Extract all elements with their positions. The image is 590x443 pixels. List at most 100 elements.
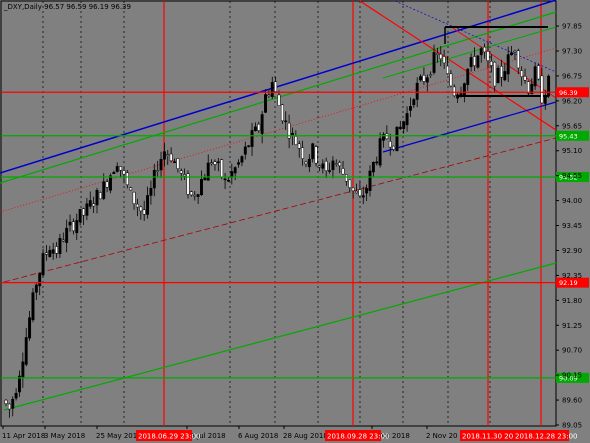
candle-body [28, 317, 32, 339]
y-tick-label: 95.65 [562, 122, 582, 130]
candle-body [102, 181, 106, 199]
candle-body [237, 162, 241, 165]
candle-body [540, 75, 544, 104]
y-tick-label: 96.20 [562, 97, 582, 105]
candle-body [51, 249, 55, 254]
candle-body [415, 82, 419, 100]
candle-body [176, 158, 180, 169]
candle-body [226, 180, 230, 182]
candle-body [146, 195, 150, 215]
candle-body [253, 126, 257, 132]
candle-body [129, 187, 133, 191]
candle-body [520, 70, 524, 77]
candle-body [321, 163, 325, 169]
h-level-label: 96.39 [559, 89, 578, 97]
candle-body [200, 179, 203, 196]
candle-body [311, 143, 315, 160]
v-line-label: 2018.12.28 23:00 [515, 433, 577, 441]
candle-body [506, 54, 510, 75]
candle-body [240, 156, 244, 163]
x-tick-label: 3 May 2018 [44, 432, 85, 440]
candle-body [533, 66, 537, 87]
candle-body [479, 48, 483, 56]
candle-body [452, 86, 456, 97]
candle-body [24, 337, 28, 365]
candle-body [88, 200, 92, 207]
candle-body [351, 187, 355, 191]
candle-body [388, 141, 392, 148]
candle-body [466, 68, 470, 85]
candle-body [402, 121, 406, 129]
y-tick-label: 97.85 [562, 23, 582, 31]
candle-body [58, 238, 62, 254]
candle-body [456, 94, 460, 99]
candle-body [328, 170, 332, 172]
h-level-label: 92.19 [559, 279, 578, 287]
y-tick-label: 92.35 [562, 272, 582, 280]
candle-body [149, 188, 153, 196]
candle-body [547, 75, 551, 97]
y-tick-label: 91.80 [562, 297, 582, 305]
candle-body [44, 252, 48, 255]
candle-body [243, 146, 247, 155]
candle-body [284, 120, 288, 123]
x-tick-label: 2 Nov 20 [426, 432, 457, 440]
candle-body [395, 126, 399, 152]
candle-body [125, 172, 129, 186]
candle-body [483, 46, 487, 53]
candle-body [510, 52, 514, 56]
candle-body [34, 284, 38, 293]
candle-body [355, 190, 358, 194]
candle-body [250, 130, 254, 147]
candle-body [122, 170, 126, 175]
candle-body [71, 221, 75, 232]
candle-body [139, 206, 143, 212]
y-tick-label: 90.15 [562, 372, 582, 380]
candle-body [152, 169, 156, 189]
candle-body [358, 189, 362, 197]
candle-body [365, 188, 369, 194]
candle-body [503, 71, 507, 81]
candle-body [405, 113, 409, 126]
candle-body [267, 94, 271, 97]
candle-body [169, 153, 173, 162]
y-tick-label: 95.10 [562, 147, 582, 155]
candle-body [469, 57, 473, 67]
candle-body [206, 162, 210, 181]
v-line-label: 2018.06.29 23:00 [138, 433, 200, 441]
candle-body [537, 65, 540, 80]
candle-body [21, 361, 25, 379]
candle-body [307, 158, 311, 168]
candle-body [523, 76, 527, 81]
h-level-label: 95.43 [559, 132, 578, 140]
candle-body [135, 203, 139, 208]
candle-body [68, 221, 72, 226]
candle-body [78, 208, 82, 223]
candle-body [496, 68, 500, 84]
candle-body [233, 167, 237, 174]
candle-body [324, 160, 328, 171]
y-axis: 97.85 97.30 96.75 96.20 95.65 95.10 94.55 94.00… [556, 23, 582, 430]
candle-body [516, 50, 520, 69]
candle-body [112, 172, 116, 174]
candle-body [55, 246, 59, 254]
y-tick-label: 91.25 [562, 322, 582, 330]
candle-body [338, 162, 342, 167]
y-tick-label: 89.05 [562, 422, 582, 430]
candle-body [314, 146, 318, 164]
candle-body [344, 174, 348, 182]
candle-body [11, 398, 15, 409]
candle-body [526, 81, 530, 94]
candle-body [41, 253, 45, 276]
candle-body [439, 53, 443, 60]
candle-body [95, 189, 99, 206]
candle-body [61, 239, 65, 242]
y-tick-label: 94.00 [562, 197, 582, 205]
candle-body [257, 123, 261, 131]
candle-body [82, 208, 85, 216]
candle-body [162, 151, 166, 160]
candle-body [334, 163, 338, 165]
candle-body [375, 161, 379, 164]
candle-body [115, 166, 119, 172]
candle-body [196, 194, 200, 197]
